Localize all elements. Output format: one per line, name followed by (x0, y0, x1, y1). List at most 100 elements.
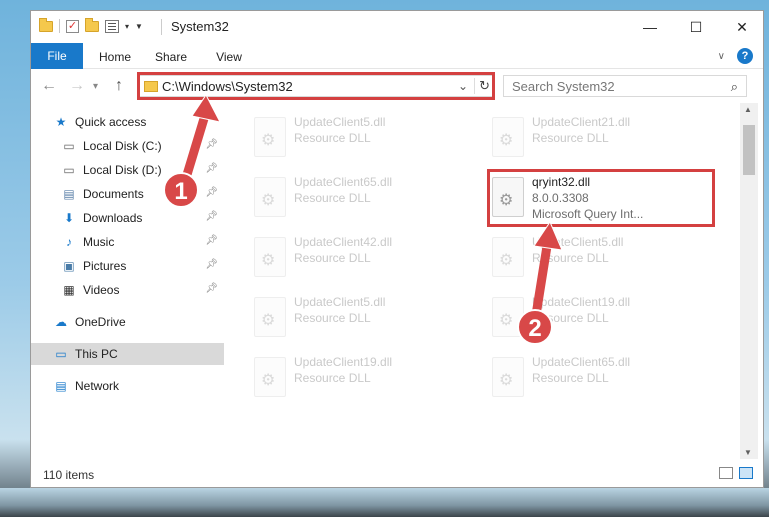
folder-icon[interactable] (39, 17, 53, 32)
maximize-button[interactable]: ☐ (673, 11, 719, 43)
scroll-thumb[interactable] (743, 125, 755, 175)
sidebar-item-label: Music (83, 235, 115, 249)
folder-icon (144, 81, 158, 92)
dll-file-icon (254, 357, 286, 397)
pin-icon[interactable]: 📌︎ (205, 283, 218, 294)
file-highlight (487, 169, 715, 227)
close-button[interactable]: ✕ (719, 11, 765, 43)
documents-icon: ▤ (63, 187, 75, 201)
navigation-pane: ★ Quick access ▭ Local Disk (C:) 📌︎ ▭ Lo… (31, 103, 224, 459)
list-item[interactable]: UpdateClient5.dll Resource DLL (248, 109, 468, 165)
sidebar-item-label: Quick access (75, 115, 147, 129)
file-description: Resource DLL (294, 191, 371, 205)
recent-locations-icon[interactable]: ▾ (93, 81, 98, 92)
sidebar-item-label: Pictures (83, 259, 127, 273)
sidebar-item-network[interactable]: ▤ Network (31, 375, 224, 397)
customize-toolbar-icon[interactable]: ▼ (135, 22, 143, 31)
file-name: UpdateClient65.dll (294, 175, 393, 189)
sidebar-item-music[interactable]: ♪ Music 📌︎ (31, 231, 224, 253)
list-item[interactable]: UpdateClient42.dll Resource DLL (248, 229, 468, 285)
help-icon[interactable]: ? (737, 48, 753, 64)
sidebar-item-onedrive[interactable]: ☁ OneDrive (31, 311, 224, 333)
item-count: 110 items (43, 468, 95, 482)
cloud-icon: ☁ (55, 315, 67, 329)
address-path[interactable]: C:\Windows\System32 (162, 79, 293, 94)
tab-view[interactable]: View (209, 45, 249, 69)
pin-icon[interactable]: 📌︎ (205, 139, 218, 150)
vertical-scrollbar[interactable]: ▲ ▼ (740, 103, 758, 459)
new-folder-icon[interactable] (85, 17, 99, 32)
list-item[interactable]: UpdateClient5.dll Resource DLL (248, 289, 468, 345)
dll-file-icon (492, 357, 524, 397)
navigation-bar: ← → ▾ ↑ C:\Windows\System32 ⌄ ↻ Search S… (31, 69, 763, 103)
pin-icon[interactable]: 📌︎ (205, 235, 218, 246)
drive-icon: ▭ (63, 139, 75, 153)
scroll-up-icon[interactable]: ▲ (744, 105, 752, 114)
search-icon[interactable]: ⌕ (731, 79, 738, 95)
dll-file-icon (254, 297, 286, 337)
minimize-button[interactable]: — (627, 11, 673, 43)
list-item[interactable]: UpdateClient65.dll Resource DLL (486, 349, 706, 405)
dll-file-icon (254, 117, 286, 157)
ribbon-controls: ∨ ? (718, 48, 753, 64)
forward-arrow-icon[interactable]: → (69, 77, 85, 95)
drive-icon: ▭ (63, 163, 75, 177)
list-item[interactable]: UpdateClient65.dll Resource DLL (248, 169, 468, 225)
sidebar-item-downloads[interactable]: ⬇ Downloads 📌︎ (31, 207, 224, 229)
scroll-down-icon[interactable]: ▼ (744, 448, 752, 457)
checkmark-icon[interactable]: ✓ (66, 19, 79, 33)
sidebar-item-quick-access[interactable]: ★ Quick access (31, 111, 224, 133)
sidebar-item-local-disk-d[interactable]: ▭ Local Disk (D:) 📌︎ (31, 159, 224, 181)
file-name: UpdateClient19.dll (532, 295, 631, 309)
address-bar[interactable]: C:\Windows\System32 ⌄ ↻ (139, 75, 495, 97)
refresh-icon[interactable]: ↻ (474, 78, 490, 94)
sidebar-item-this-pc[interactable]: ▭ This PC (31, 343, 224, 365)
list-item[interactable]: UpdateClient21.dll Resource DLL (486, 109, 706, 165)
properties-icon[interactable] (105, 19, 119, 33)
pin-icon[interactable]: 📌︎ (205, 211, 218, 222)
list-item[interactable]: UpdateClient19.dll Resource DLL (248, 349, 468, 405)
file-name: UpdateClient5.dll (532, 235, 624, 249)
dll-file-icon (492, 237, 524, 277)
search-box[interactable]: Search System32 ⌕ (503, 75, 747, 97)
explorer-window: ✓ ▾ ▼ System32 — ☐ ✕ File Home Share Vie… (30, 10, 764, 488)
file-description: Resource DLL (294, 131, 371, 145)
dll-file-icon (254, 237, 286, 277)
up-arrow-icon[interactable]: ↑ (115, 77, 123, 95)
pin-icon[interactable]: 📌︎ (205, 163, 218, 174)
file-list: UpdateClient5.dll Resource DLL UpdateCli… (224, 103, 740, 459)
file-name: UpdateClient5.dll (294, 295, 386, 309)
sidebar-item-local-disk-c[interactable]: ▭ Local Disk (C:) 📌︎ (31, 135, 224, 157)
sidebar-item-label: Local Disk (D:) (83, 163, 162, 177)
callout-badge-1: 1 (163, 172, 199, 208)
sidebar-item-videos[interactable]: ▦ Videos 📌︎ (31, 279, 224, 301)
file-description: Resource DLL (532, 371, 609, 385)
tab-share[interactable]: Share (151, 45, 191, 69)
file-description: Resource DLL (294, 251, 371, 265)
sidebar-item-pictures[interactable]: ▣ Pictures 📌︎ (31, 255, 224, 277)
file-description: Resource DLL (532, 131, 609, 145)
chevron-down-icon[interactable]: ⌄ (458, 79, 468, 93)
toolbar-divider (59, 19, 60, 33)
tab-home[interactable]: Home (95, 45, 135, 69)
videos-icon: ▦ (63, 283, 75, 297)
minimize-icon: — (643, 19, 657, 35)
tab-file[interactable]: File (31, 43, 83, 69)
back-arrow-icon[interactable]: ← (41, 77, 57, 95)
file-name: UpdateClient42.dll (294, 235, 393, 249)
file-description: Resource DLL (294, 371, 371, 385)
details-view-icon[interactable] (719, 467, 733, 479)
pin-icon[interactable]: 📌︎ (205, 259, 218, 270)
network-icon: ▤ (55, 379, 67, 393)
callout-badge-2: 2 (517, 309, 553, 345)
chevron-down-icon[interactable]: ▾ (125, 22, 129, 31)
pin-icon[interactable]: 📌︎ (205, 187, 218, 198)
file-description: Resource DLL (532, 251, 609, 265)
dll-file-icon (492, 117, 524, 157)
list-item[interactable]: UpdateClient5.dll Resource DLL (486, 229, 706, 285)
expand-ribbon-icon[interactable]: ∨ (718, 51, 725, 62)
window-title: System32 (171, 19, 229, 34)
search-input[interactable]: Search System32 (512, 79, 615, 94)
large-icons-view-icon[interactable] (739, 467, 753, 479)
file-name: UpdateClient65.dll (532, 355, 631, 369)
